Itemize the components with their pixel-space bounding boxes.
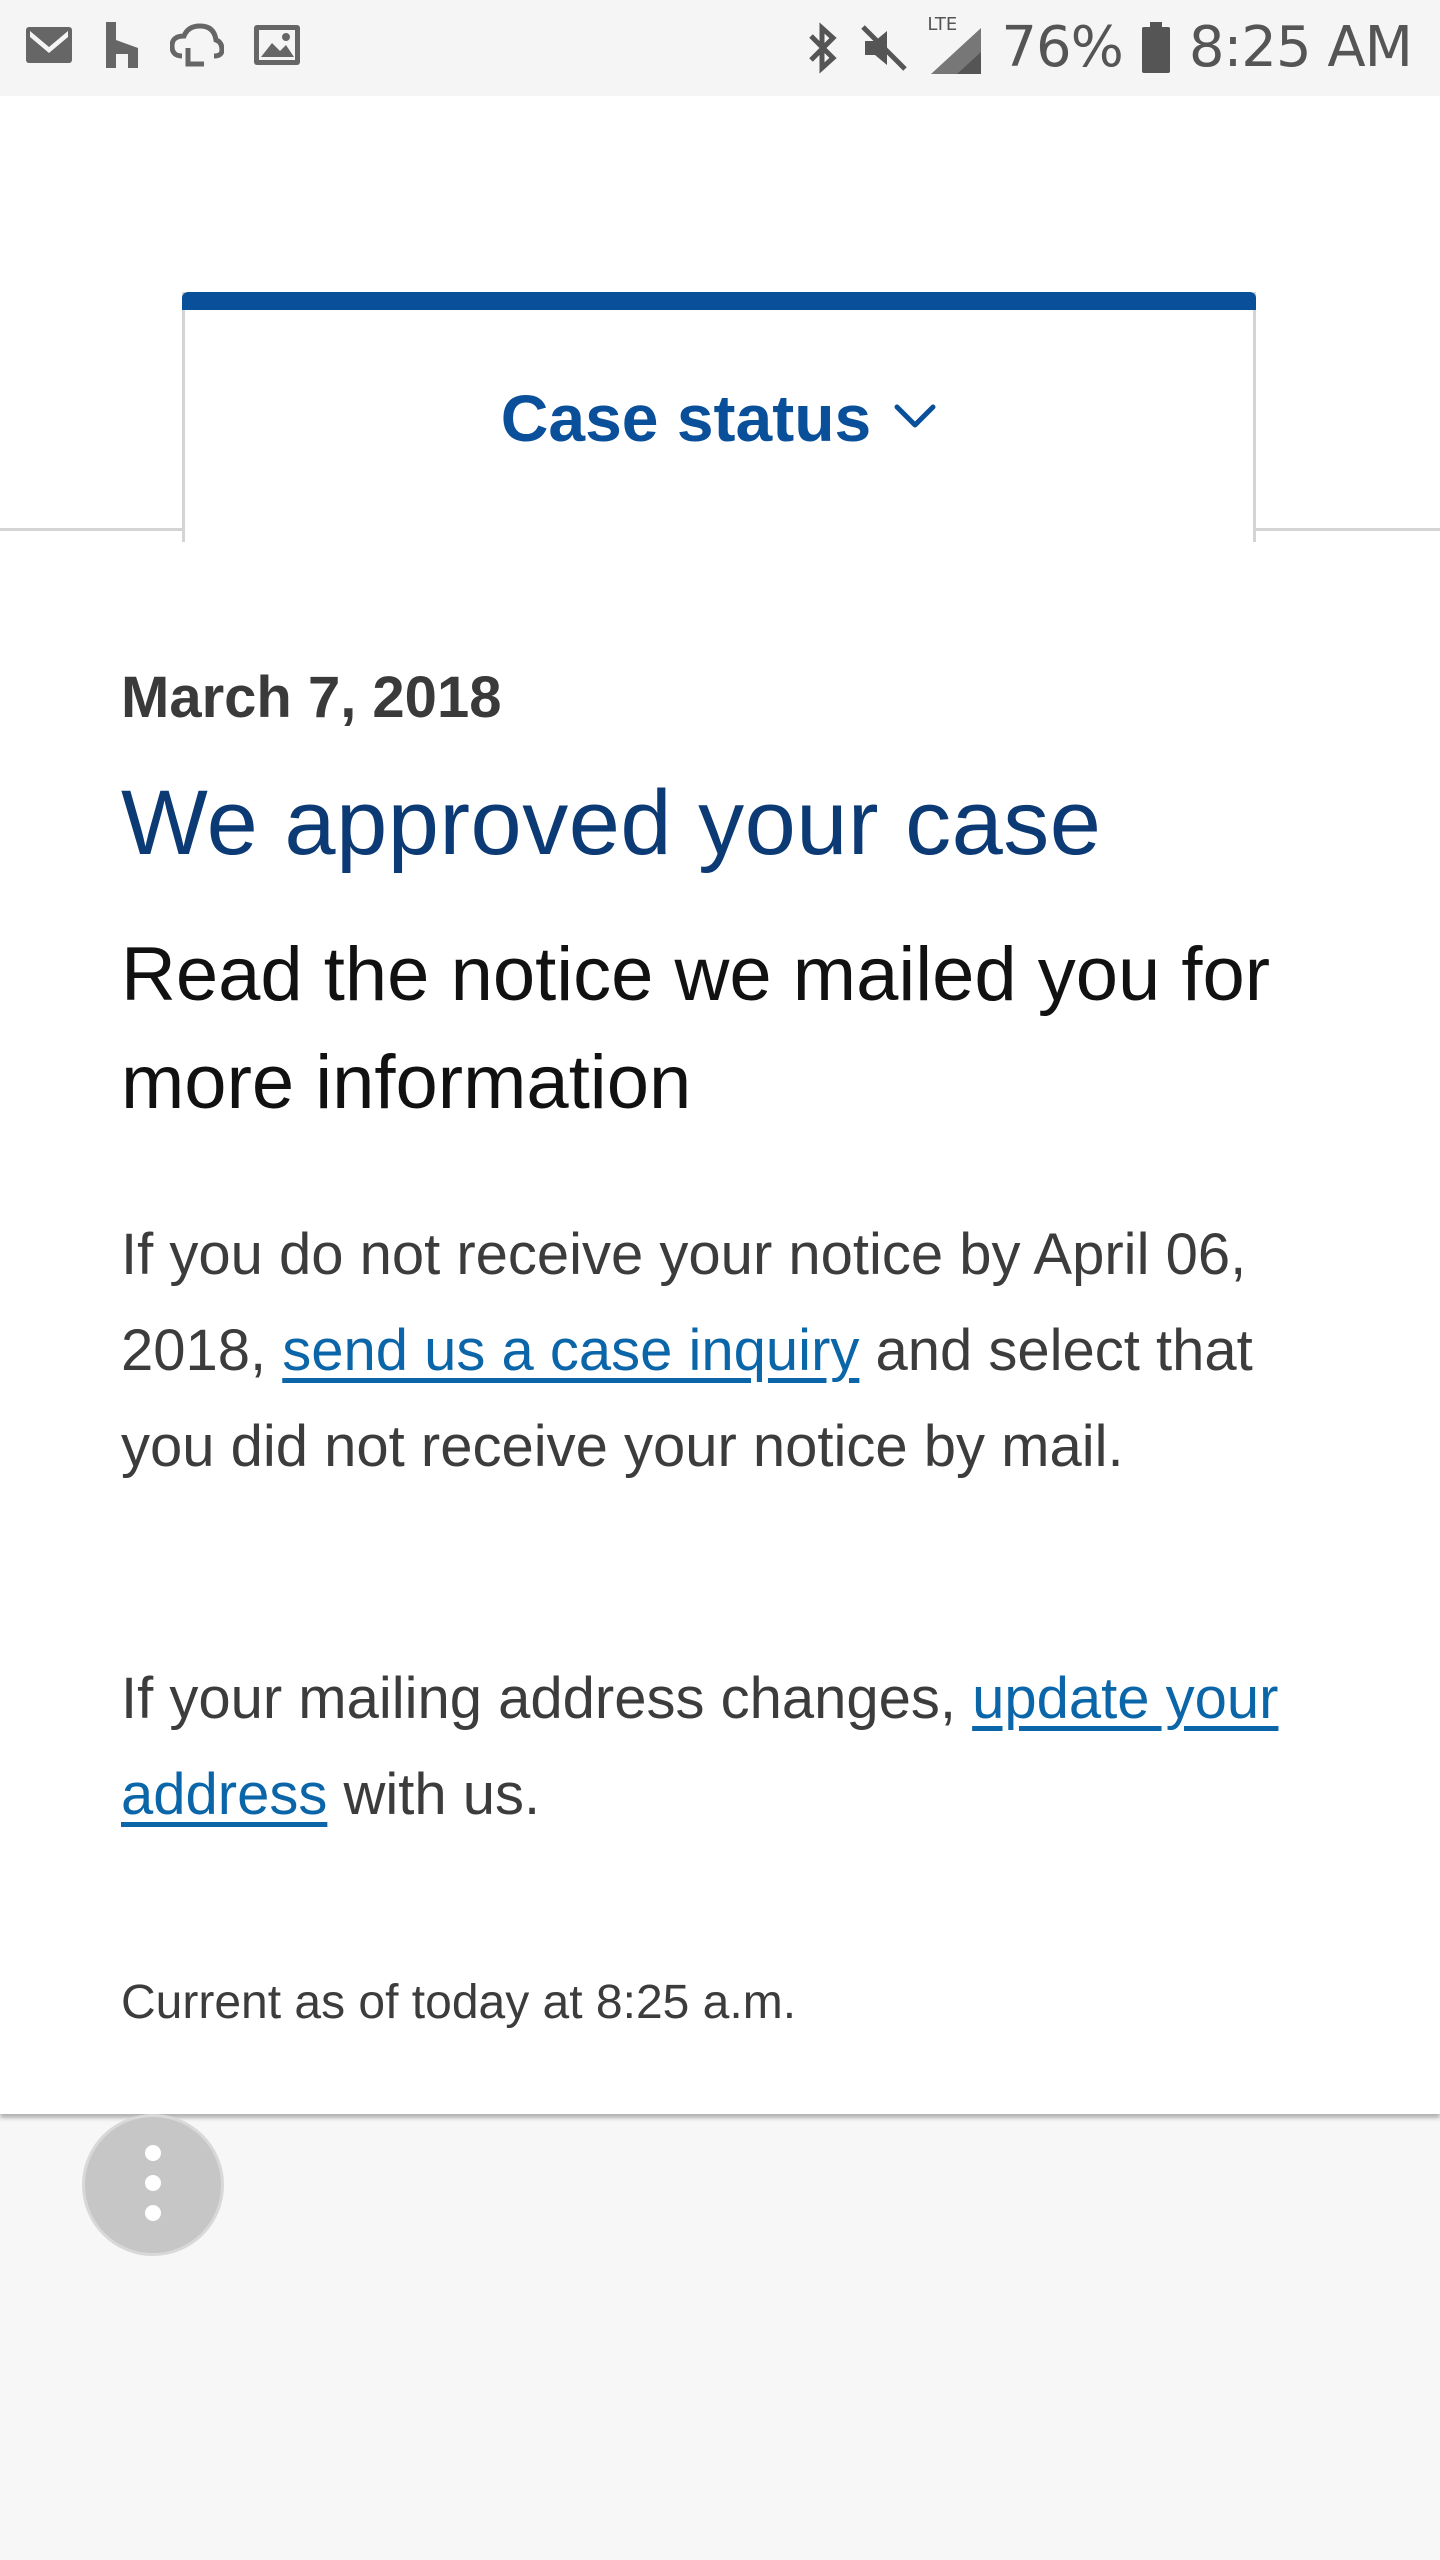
address-paragraph: If your mailing address changes, update …	[121, 1651, 1321, 1843]
mute-icon	[859, 23, 909, 73]
image-icon	[252, 23, 302, 67]
case-status-card: March 7, 2018 We approved your case Read…	[0, 528, 1440, 2114]
houzz-icon	[102, 20, 142, 70]
case-date: March 7, 2018	[121, 665, 502, 730]
screen: LTE 76% 8:25 AM Case status March 7, 201…	[0, 0, 1440, 2560]
battery-icon	[1141, 22, 1171, 74]
last-updated-text: Current as of today at 8:25 a.m.	[121, 1976, 797, 2029]
address-text-after: with us.	[327, 1762, 541, 1827]
case-inquiry-link[interactable]: send us a case inquiry	[282, 1318, 859, 1383]
gmail-icon	[24, 23, 74, 67]
tab-label: Case status	[500, 381, 872, 455]
case-title: We approved your case	[121, 772, 1102, 874]
tab-case-status-button[interactable]: Case status	[185, 380, 1253, 456]
status-bar: LTE 76% 8:25 AM	[0, 0, 1440, 96]
clock: 8:25 AM	[1188, 15, 1413, 80]
lte-signal-icon: LTE	[927, 14, 983, 76]
address-text-before: If your mailing address changes,	[121, 1666, 973, 1731]
system-indicators: LTE 76% 8:25 AM	[805, 14, 1413, 82]
notice-paragraph: If you do not receive your notice by Apr…	[121, 1207, 1321, 1495]
more-vertical-icon	[143, 2143, 163, 2228]
bluetooth-icon	[805, 20, 841, 76]
notification-icons	[24, 20, 302, 70]
more-options-button[interactable]	[82, 2114, 224, 2256]
tab-active-indicator	[182, 292, 1256, 310]
case-subtitle: Read the notice we mailed you for more i…	[121, 932, 1271, 1125]
tab-case-status[interactable]: Case status	[182, 292, 1256, 542]
chevron-down-icon	[893, 401, 937, 436]
battery-percent: 76%	[1001, 15, 1123, 80]
cloud-sync-icon	[170, 22, 224, 68]
network-type-label: LTE	[927, 14, 958, 35]
